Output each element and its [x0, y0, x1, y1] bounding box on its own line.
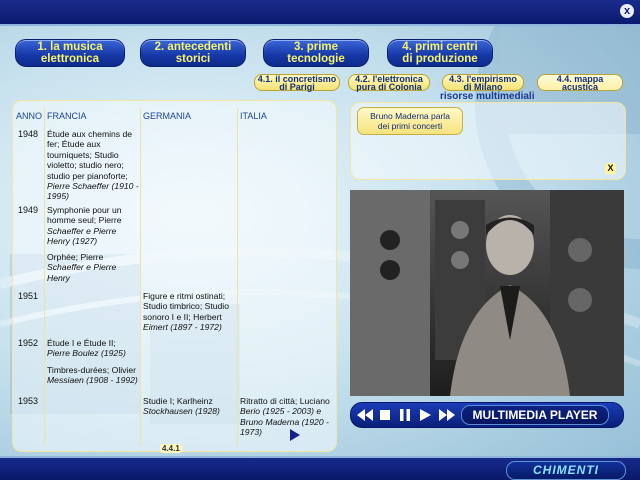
tab-label-line2: di produzione	[402, 53, 478, 65]
entry-line: 1973)	[240, 427, 262, 438]
entry-1949-francia-2: Orphée; Pierre Schaeffer e Pierre Henry	[47, 252, 139, 283]
year-1953: 1953	[18, 396, 39, 406]
entry-line: Étude I e Étude II;	[47, 338, 116, 348]
column-divider	[44, 108, 45, 446]
column-divider	[140, 108, 141, 446]
app-screen: x 1. la musica elettronica 2. antecedent…	[0, 0, 640, 480]
media-item-line1: Bruno Maderna parla	[370, 111, 450, 121]
header-germania: GERMANIA	[143, 111, 192, 121]
entry-line: Henry (1927)	[47, 236, 98, 247]
subtab-label-line2: acustica	[561, 81, 599, 92]
entry-line: Henry	[47, 272, 70, 283]
entry-line: Pierre Schaeffer (1910 -	[47, 181, 139, 192]
entry-line: Studie I; Karlheinz	[143, 396, 213, 406]
entry-line: Eimert (1897 - 1972)	[143, 322, 222, 333]
tab-prime-tecnologie[interactable]: 3. prime tecnologie	[263, 39, 369, 67]
entry-line: tourniquets; Studio	[47, 149, 119, 160]
page-reference: 4.4.1	[160, 444, 182, 453]
header-italia: ITALIA	[240, 111, 267, 121]
entry-1952-francia-2: Timbres-durées; Olivier Messiaen (1908 -…	[47, 365, 139, 386]
rewind-icon[interactable]	[357, 409, 373, 421]
brand-logo: CHIMENTI	[506, 461, 626, 480]
entry-1952-francia: Étude I e Étude II; Pierre Boulez (1925)	[47, 338, 139, 359]
entry-line: Ritratto di città; Luciano	[240, 396, 330, 406]
entry-1949-francia: Symphonie pour un homme seul; Pierre Sch…	[47, 205, 139, 247]
tab-label-line1: 3. prime	[293, 41, 339, 53]
year-1951: 1951	[18, 291, 39, 301]
tab-antecedenti-storici[interactable]: 2. antecedenti storici	[140, 39, 246, 67]
subtab-mappa-acustica[interactable]: 4.4. mappa acustica	[537, 74, 623, 91]
entry-line: Symphonie pour un	[47, 205, 122, 215]
tab-label-line2: tecnologie	[287, 53, 345, 65]
footer-bar: CHIMENTI	[0, 456, 640, 480]
entry-line: Bruno Maderna (1920 -	[240, 416, 329, 427]
subtab-label-line2: di Milano	[463, 81, 503, 92]
entry-1951-germania: Figure e ritmi ostinati; Studio timbrico…	[143, 291, 237, 333]
entry-line: homme seul; Pierre	[47, 215, 122, 226]
entry-line: Schaeffer e Pierre	[47, 225, 117, 236]
tab-musica-elettronica[interactable]: 1. la musica elettronica	[15, 39, 125, 67]
subtab-label-line2: pura di Colonia	[356, 81, 422, 92]
entry-line: Messiaen (1908 - 1992)	[47, 375, 138, 386]
tab-label-line2: elettronica	[40, 53, 100, 65]
studio-photo-image	[350, 190, 624, 396]
entry-line: Studio timbrico; Studio	[143, 301, 229, 312]
year-1952: 1952	[18, 338, 39, 348]
play-icon[interactable]	[419, 409, 431, 421]
entry-line: violetto; studio nero;	[47, 160, 124, 171]
entry-line: Timbres-durées; Olivier	[47, 365, 136, 375]
subtab-empirismo-milano[interactable]: 4.3. l'empirismo di Milano	[442, 74, 524, 91]
entry-line: Étude aux chemins de	[47, 129, 133, 139]
resources-title: risorse multimediali	[440, 91, 535, 102]
video-frame-photo	[350, 190, 624, 396]
fast-forward-icon[interactable]	[439, 409, 455, 421]
close-window-button[interactable]: x	[620, 4, 634, 18]
tab-label-line1: 2. antecedenti	[154, 41, 232, 53]
subtab-elettronica-colonia[interactable]: 4.2. l'elettronica pura di Colonia	[348, 74, 430, 91]
subtab-label-line2: di Parigi	[279, 81, 315, 92]
tab-primi-centri[interactable]: 4. primi centri di produzione	[387, 39, 493, 67]
pause-icon[interactable]	[399, 409, 411, 421]
column-divider	[237, 108, 238, 446]
tab-label-line2: storici	[175, 53, 211, 65]
entry-1953-italia: Ritratto di città; Luciano Berio (1925 -…	[240, 396, 334, 438]
entry-line: Berio (1925 - 2003) e	[240, 406, 322, 417]
entry-line: fer; Étude aux	[47, 139, 101, 150]
entry-line: Stockhausen (1928)	[143, 406, 220, 417]
entry-1953-germania: Studie I; Karlheinz Stockhausen (1928)	[143, 396, 237, 417]
multimedia-player: MULTIMEDIA PLAYER	[350, 402, 624, 428]
entry-line: Pierre Boulez (1925)	[47, 348, 126, 359]
close-resources-button[interactable]: X	[605, 163, 616, 174]
entry-1948-francia: Étude aux chemins de fer; Étude aux tour…	[47, 129, 139, 202]
title-bar: x	[0, 0, 640, 26]
entry-line: Schaeffer e Pierre	[47, 262, 117, 273]
header-anno: ANNO	[16, 111, 43, 121]
tab-label-line1: 4. primi centri	[402, 41, 478, 53]
entry-line: 1995)	[47, 191, 69, 202]
entry-line: studio per pianoforte;	[47, 170, 128, 181]
stop-icon[interactable]	[379, 409, 391, 421]
media-item-maderna[interactable]: Bruno Maderna parla dei primi concerti	[357, 107, 463, 135]
entry-line: Orphée; Pierre	[47, 252, 104, 262]
player-label: MULTIMEDIA PLAYER	[461, 405, 609, 425]
year-1949: 1949	[18, 205, 39, 215]
media-item-line2: dei primi concerti	[377, 121, 443, 131]
year-1948: 1948	[18, 129, 39, 139]
entry-line: Figure e ritmi ostinati;	[143, 291, 226, 301]
tab-label-line1: 1. la musica	[37, 41, 103, 53]
next-page-arrow-icon[interactable]	[290, 429, 300, 441]
subtab-concretismo-parigi[interactable]: 4.1. il concretismo di Parigi	[254, 74, 340, 91]
entry-line: sonoro I e II; Herbert	[143, 311, 222, 322]
header-francia: FRANCIA	[47, 111, 87, 121]
